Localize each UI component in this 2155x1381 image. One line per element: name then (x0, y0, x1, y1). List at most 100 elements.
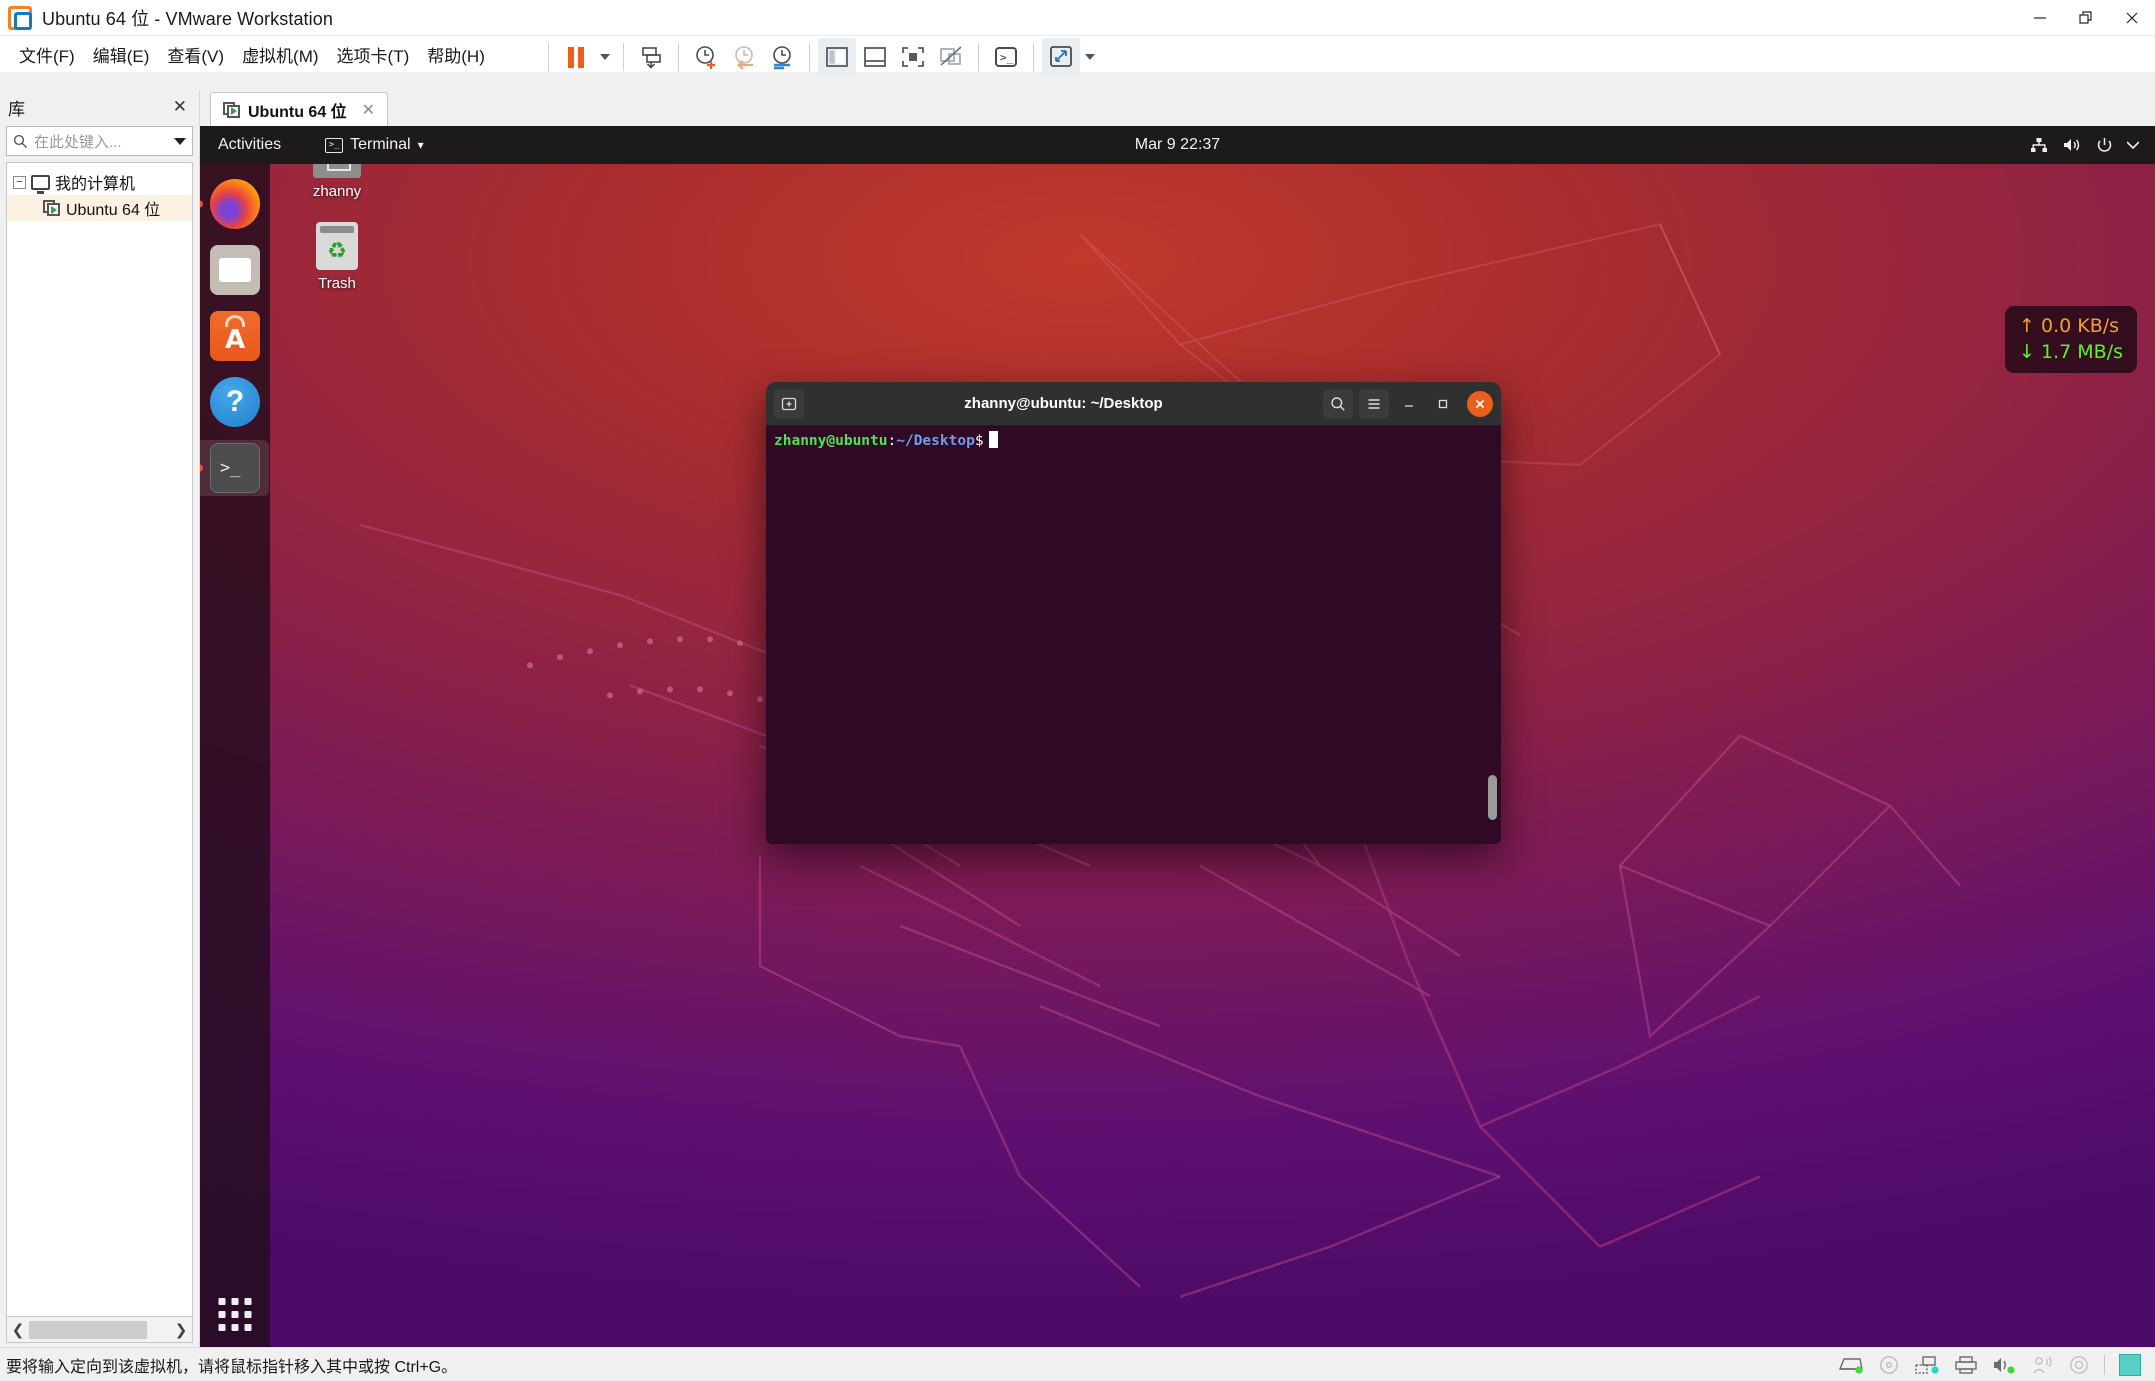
netspeed-download-row: ↓ 1.7 MB/s (2019, 340, 2123, 366)
minimize-button[interactable] (2017, 0, 2063, 36)
show-thumbnail-bar-icon[interactable] (856, 38, 894, 76)
desktop-icon-trash[interactable]: ♻ Trash (282, 222, 392, 292)
help-icon: ? (210, 377, 260, 427)
camera-icon[interactable] (2068, 1355, 2090, 1375)
show-console-view-icon[interactable] (894, 38, 932, 76)
tree-item-label: 我的计算机 (55, 176, 136, 193)
library-close-icon[interactable]: ✕ (169, 97, 191, 117)
stretch-guest-icon[interactable] (1042, 38, 1080, 76)
download-speed: 1.7 MB/s (2041, 340, 2123, 363)
new-tab-icon[interactable] (774, 388, 804, 419)
status-separator (2104, 1354, 2105, 1375)
prompt-path: ~/Desktop (896, 433, 975, 449)
terminal-maximize-button[interactable] (1429, 390, 1457, 418)
sound-card-icon[interactable] (1992, 1355, 2016, 1375)
pause-icon[interactable] (557, 38, 595, 76)
ubuntu-software-icon: A (210, 311, 260, 361)
unity-mode-icon[interactable]: >_ (987, 38, 1025, 76)
search-dropdown-icon[interactable] (174, 137, 186, 145)
status-message: 要将输入定向到该虚拟机，请将鼠标指针移入其中或按 Ctrl+G。 (6, 1358, 458, 1376)
hamburger-menu-icon[interactable] (1359, 388, 1389, 419)
scroll-thumb[interactable] (29, 1320, 147, 1339)
dock-item-firefox[interactable] (200, 176, 263, 232)
menu-tabs[interactable]: 选项卡(T) (328, 38, 419, 71)
expander-icon[interactable]: − (13, 175, 26, 189)
menu-help[interactable]: 帮助(H) (418, 38, 494, 71)
tray-caret-icon (2127, 141, 2139, 149)
power-icon (2096, 137, 2113, 154)
library-horizontal-scrollbar[interactable]: ❮ ❯ (6, 1317, 193, 1343)
tab-label: Ubuntu 64 位 (248, 103, 347, 121)
content-pane: Ubuntu 64 位 ✕ Activities >_ Terminal ▾ M… (200, 90, 2155, 1347)
terminal-minimize-button[interactable] (1395, 390, 1423, 418)
tree-item-ubuntu-vm[interactable]: Ubuntu 64 位 (7, 195, 192, 221)
vmware-titlebar: Ubuntu 64 位 - VMware Workstation (0, 0, 2155, 36)
app-menu-terminal[interactable]: >_ Terminal ▾ (317, 136, 432, 154)
status-bar: 要将输入定向到该虚拟机，请将鼠标指针移入其中或按 Ctrl+G。 (0, 1347, 2155, 1381)
snapshot-take-icon[interactable] (687, 38, 725, 76)
show-library-icon[interactable] (818, 38, 856, 76)
toolbar-caret-icon[interactable] (1080, 38, 1100, 76)
library-title: 库 (8, 99, 25, 119)
activities-button[interactable]: Activities (200, 136, 293, 154)
menu-edit[interactable]: 编辑(E) (84, 38, 159, 71)
close-button[interactable] (2109, 0, 2155, 36)
search-input[interactable]: 在此处键入... (34, 131, 168, 152)
desktop-icon-label: Trash (318, 275, 356, 292)
svg-text:>_: >_ (1000, 51, 1014, 64)
desktop-icon-label: zhanny (312, 183, 362, 200)
terminal-close-button[interactable] (1467, 390, 1493, 417)
terminal-scrollbar[interactable] (1488, 775, 1497, 820)
files-icon (210, 245, 260, 295)
hard-disk-icon[interactable] (1838, 1355, 1864, 1375)
tab-strip: Ubuntu 64 位 ✕ (200, 90, 2155, 126)
tab-ubuntu-64[interactable]: Ubuntu 64 位 ✕ (210, 92, 389, 126)
dock-item-help[interactable]: ? (207, 374, 263, 430)
dock-item-files[interactable] (207, 242, 263, 298)
vm-screen[interactable]: Activities >_ Terminal ▾ Mar 9 22:37 A ?… (200, 126, 2155, 1347)
tab-close-icon[interactable]: ✕ (362, 100, 375, 120)
snapshot-manager-icon[interactable] (763, 38, 801, 76)
terminal-app-icon: >_ (325, 137, 344, 153)
dock-item-software[interactable]: A (207, 308, 263, 364)
library-search-box[interactable]: 在此处键入... (6, 126, 193, 156)
menu-view[interactable]: 查看(V) (158, 38, 233, 71)
window-controls (2017, 0, 2155, 36)
chevron-down-icon: ▾ (417, 138, 424, 152)
scroll-right-icon[interactable]: ❯ (170, 1321, 192, 1339)
menu-file[interactable]: 文件(F) (10, 38, 84, 71)
clock[interactable]: Mar 9 22:37 (200, 136, 2155, 154)
vm-icon (223, 101, 241, 118)
full-screen-off-icon[interactable] (932, 38, 970, 76)
terminal-prompt-line: zhanny@ubuntu:~/Desktop$ (774, 431, 1493, 449)
restore-button[interactable] (2063, 0, 2109, 36)
note-icon[interactable] (2119, 1353, 2141, 1376)
system-tray[interactable] (2030, 137, 2155, 154)
menu-vm[interactable]: 虚拟机(M) (233, 38, 327, 71)
terminal-window[interactable]: zhanny@ubuntu: ~/Desktop zhanny@ubuntu:~… (766, 382, 1501, 844)
trash-icon: ♻ (316, 222, 358, 270)
snapshot-revert-icon[interactable] (725, 38, 763, 76)
terminal-body[interactable]: zhanny@ubuntu:~/Desktop$ (766, 426, 1501, 844)
dock-item-terminal[interactable]: >_ (200, 440, 269, 496)
show-applications-icon[interactable] (218, 1298, 252, 1331)
cd-dvd-icon[interactable] (1878, 1355, 1900, 1375)
scroll-left-icon[interactable]: ❮ (7, 1321, 29, 1339)
prompt-colon: : (887, 433, 897, 449)
ubuntu-top-bar: Activities >_ Terminal ▾ Mar 9 22:37 (200, 126, 2155, 164)
terminal-icon: >_ (210, 443, 260, 493)
prompt-user-host: zhanny@ubuntu (774, 433, 888, 449)
prompt-symbol: $ (974, 433, 984, 449)
dropdown-caret-icon[interactable] (595, 38, 615, 76)
vmware-logo-icon (8, 5, 32, 30)
terminal-titlebar[interactable]: zhanny@ubuntu: ~/Desktop (766, 382, 1501, 426)
printer-icon[interactable] (1954, 1355, 1978, 1375)
send-ctrl-alt-del-icon[interactable] (632, 38, 670, 76)
tree-item-my-computer[interactable]: − 我的计算机 (7, 169, 192, 195)
search-icon[interactable] (1323, 388, 1353, 419)
netspeed-upload-row: ↑ 0.0 KB/s (2019, 314, 2123, 340)
terminal-cursor (988, 431, 998, 448)
network-adapter-icon[interactable] (1914, 1355, 1940, 1375)
usb-device-icon[interactable] (2030, 1355, 2054, 1375)
netspeed-widget[interactable]: ↑ 0.0 KB/s ↓ 1.7 MB/s (2005, 306, 2137, 374)
